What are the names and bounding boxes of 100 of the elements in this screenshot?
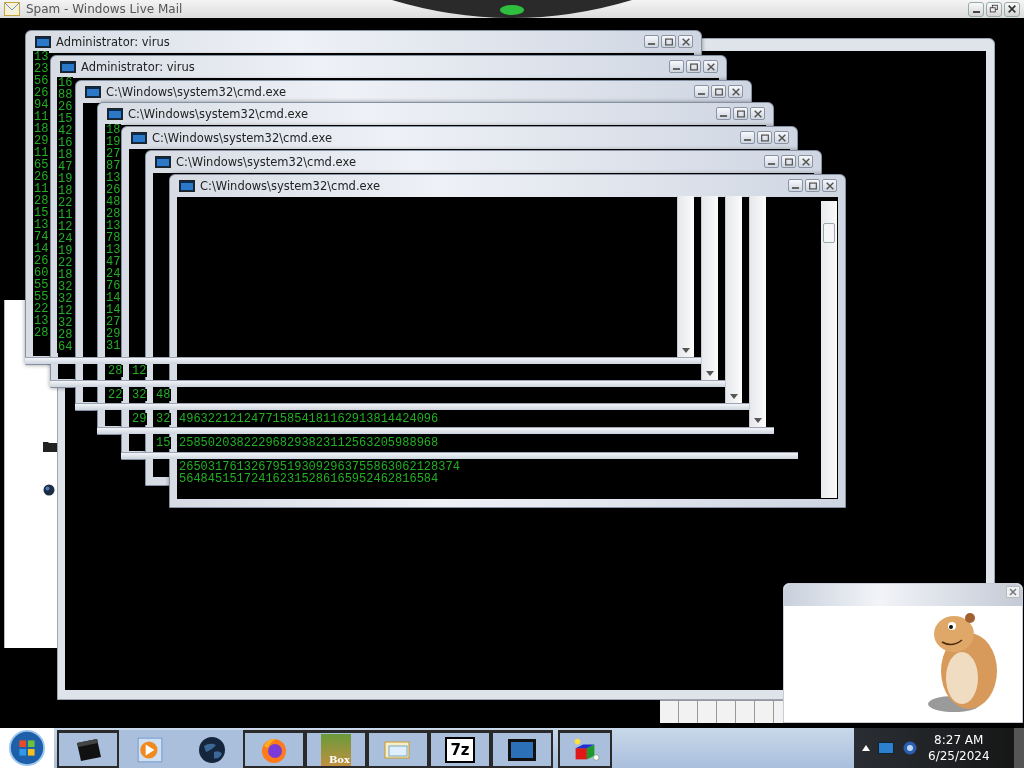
console-text: 27 [105,148,122,160]
console-text: 29 [33,135,50,147]
console-icon [35,35,51,48]
minimize-button[interactable] [764,155,779,168]
clock[interactable]: 8:27 AM 6/25/2024 [926,732,992,764]
taskbar-button[interactable] [243,730,305,768]
scrollbar[interactable] [749,196,766,427]
console-text: 19 [57,173,74,185]
console-text: 60 [33,267,50,279]
console-text: 26 [57,101,74,113]
close-icon [705,61,716,72]
globe-icon [43,484,55,496]
folder-icon [43,440,57,452]
close-icon [1007,4,1017,14]
console-text: 32 [57,293,74,305]
console-text: 65 [33,159,50,171]
maximize-button[interactable] [733,107,748,120]
console-text: 16 [57,137,74,149]
minimize-button[interactable] [694,85,709,98]
window-title: Administrator: virus [56,34,170,49]
console-text: 24 [57,233,74,245]
console-text: 13 [105,244,122,256]
console-text: 47 [57,161,74,173]
maximize-button[interactable] [661,35,676,48]
scrollbar[interactable] [701,196,718,380]
start-button[interactable] [0,728,54,768]
minimize-icon [648,43,655,45]
restore-button[interactable] [986,1,1002,17]
console-text: 14 [105,304,122,316]
console-text: 32 [155,413,172,425]
window-title: C:\Windows\system32\cmd.exe [152,130,332,145]
minimize-button[interactable] [644,35,659,48]
console-text: 496322121247715854181162913814424096 [178,413,440,425]
scrollbar[interactable] [725,196,742,403]
minimize-icon [768,163,775,165]
scrollbar-thumb[interactable] [823,223,835,243]
console-text: 28 [105,208,122,220]
minimize-icon [720,115,727,117]
disc-icon[interactable] [902,741,918,755]
close-icon [680,36,691,47]
maximize-button[interactable] [757,131,772,144]
taskbar-button[interactable] [57,730,119,768]
console-text: 11 [33,147,50,159]
caret-icon [730,394,738,399]
maximize-icon [783,156,794,167]
console-text: 11 [33,183,50,195]
close-button[interactable] [703,60,718,73]
minimize-icon [698,93,705,95]
window-title: C:\Windows\system32\cmd.exe [176,154,356,169]
taskbar-button[interactable]: 7z [429,730,491,768]
console-text: 47 [105,256,122,268]
close-button[interactable] [822,179,837,192]
console-text: 31 [105,340,122,352]
scrollbar[interactable] [677,196,694,357]
console-text: 19 [57,245,74,257]
close-icon [824,180,835,191]
console-text: 22 [57,197,74,209]
console-text: 11 [57,209,74,221]
minimize-button[interactable] [968,1,984,17]
close-button[interactable] [728,85,743,98]
minimize-button[interactable] [669,60,684,73]
taskbar-button[interactable] [491,730,553,768]
minimize-icon [744,139,751,141]
close-button[interactable] [1004,1,1020,17]
close-icon [800,156,811,167]
minimize-button[interactable] [716,107,731,120]
play-icon [135,735,165,764]
scrollbar[interactable] [821,201,837,498]
console-text: 28 [33,327,50,339]
taskbar-button[interactable] [558,730,612,768]
window-title: C:\Windows\system32\cmd.exe [128,106,308,121]
minimize-button[interactable] [788,179,803,192]
console-text: 18 [33,123,50,135]
up-arrow-icon[interactable] [862,745,870,751]
console-text: 88 [57,89,74,101]
console-text: 26 [105,184,122,196]
close-button[interactable] [798,155,813,168]
maximize-button[interactable] [781,155,796,168]
console-text: 258502038222968293823112563205988968 [178,437,440,449]
console-text: 22 [33,303,50,315]
taskbar-button[interactable] [367,730,429,768]
console-text: 16 [57,77,74,89]
console-text: 29 [105,328,122,340]
console-text: 55 [33,291,50,303]
console-text: 15 [33,207,50,219]
close-button[interactable] [750,107,765,120]
window-title: Spam - Windows Live Mail [26,2,183,16]
clock-date: 6/25/2024 [928,748,990,764]
maximize-button[interactable] [711,85,726,98]
console-text: 18 [57,149,74,161]
close-button[interactable] [678,35,693,48]
close-button[interactable] [774,131,789,144]
globe-icon [197,735,227,764]
minimize-button[interactable] [740,131,755,144]
maximize-icon [807,180,818,191]
console-text: 12 [131,365,148,377]
maximize-button[interactable] [686,60,701,73]
monitor-icon[interactable] [878,741,894,755]
console-text: 564845151724162315286165952462816584 [178,473,440,485]
maximize-button[interactable] [805,179,820,192]
